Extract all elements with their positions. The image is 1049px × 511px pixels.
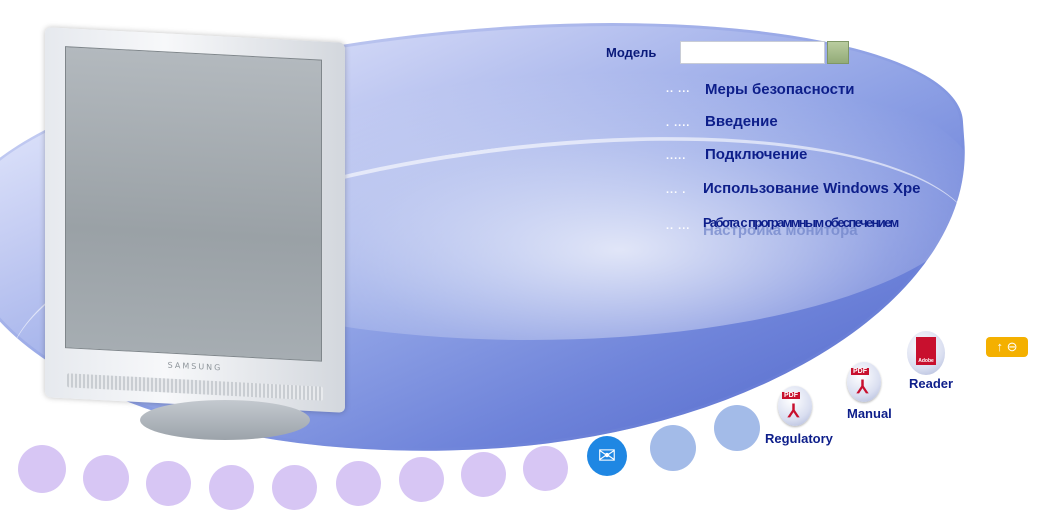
nav-dot[interactable] xyxy=(714,405,760,451)
regulatory-label[interactable]: Regulatory xyxy=(765,431,833,446)
monitor-screen xyxy=(65,46,322,362)
nav-dot[interactable] xyxy=(650,425,696,471)
manual-pdf-icon[interactable]: PDF ⅄ xyxy=(847,362,881,402)
pdf-tag: PDF xyxy=(782,392,800,399)
menu-label-connect: Подключение xyxy=(705,146,808,163)
nav-dot[interactable] xyxy=(461,452,506,497)
model-label: Модель xyxy=(606,45,657,60)
monitor-image: SAMSUNG xyxy=(45,27,345,413)
nav-dot[interactable] xyxy=(523,446,568,491)
reader-label[interactable]: Reader xyxy=(909,376,953,391)
pdf-tag: PDF xyxy=(851,368,869,375)
adobe-reader-icon[interactable]: Adobe xyxy=(907,331,945,375)
adobe-logo-icon: Adobe xyxy=(916,337,936,365)
menu-dots: .. ... xyxy=(666,83,691,95)
nav-dot[interactable] xyxy=(209,465,254,510)
monitor-stand xyxy=(140,400,310,440)
model-select[interactable] xyxy=(680,41,825,64)
menu-label-intro: Введение xyxy=(705,113,778,130)
nav-dot[interactable] xyxy=(18,445,66,493)
monitor-speaker xyxy=(67,373,323,401)
menu-label-safety: Меры безопасности xyxy=(705,81,855,98)
menu-dots: ..... xyxy=(666,150,687,162)
menu-dots: .. ... xyxy=(666,220,691,232)
model-select-button[interactable] xyxy=(827,41,849,64)
menu-dots: ... . xyxy=(666,184,687,196)
menu-dots: . .... xyxy=(666,117,691,129)
top-button[interactable]: ↑ ⊖ xyxy=(986,337,1028,357)
nav-dot[interactable] xyxy=(83,455,129,501)
nav-dot[interactable] xyxy=(336,461,381,506)
manual-label[interactable]: Manual xyxy=(847,406,892,421)
acrobat-mark-icon: ⅄ xyxy=(788,401,799,421)
mail-icon[interactable]: ✉ xyxy=(587,436,627,476)
acrobat-mark-icon: ⅄ xyxy=(857,377,868,397)
nav-dot[interactable] xyxy=(146,461,191,506)
menu-label-software: Работа с программным обеспечением xyxy=(703,215,899,230)
regulatory-pdf-icon[interactable]: PDF ⅄ xyxy=(778,386,812,426)
nav-dot[interactable] xyxy=(399,457,444,502)
nav-dot[interactable] xyxy=(272,465,317,510)
menu-label-windows: Использование Windows Xpe xyxy=(703,180,921,197)
